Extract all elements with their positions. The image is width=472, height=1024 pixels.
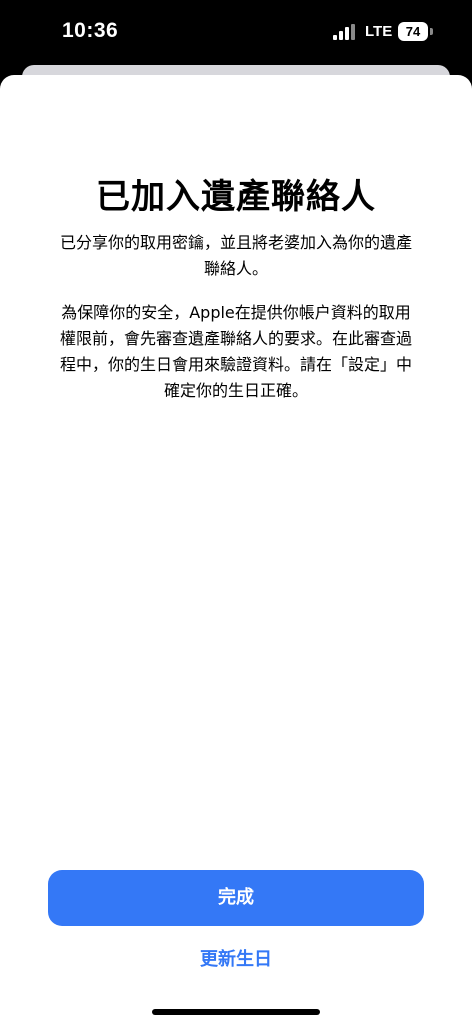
status-bar: 10:36 LTE 74 — [0, 0, 472, 64]
network-type-label: LTE — [365, 23, 393, 40]
done-button[interactable]: 完成 — [48, 870, 424, 926]
battery-cap — [430, 28, 433, 35]
cellular-signal-icon — [333, 24, 355, 40]
status-time: 10:36 — [62, 19, 119, 42]
battery-level: 74 — [405, 24, 421, 39]
confirmation-message: 已分享你的取用密鑰，並且將老婆加入為你的遺產聯絡人。 — [59, 233, 412, 278]
battery-icon: 74 — [398, 22, 433, 41]
home-indicator[interactable] — [152, 1009, 320, 1015]
update-birthday-link[interactable]: 更新生日 — [136, 943, 336, 977]
modal-sheet: 已加入遺產聯絡人 已分享你的取用密鑰，並且將老婆加入為你的遺產聯絡人。 為保障你… — [0, 75, 472, 1024]
page-title: 已加入遺產聯絡人 — [96, 177, 376, 217]
screen: 10:36 LTE 74 已加入遺產聯絡人 已分享你的取用密鑰，並且將老婆加入為… — [0, 0, 472, 1024]
security-message: 為保障你的安全，Apple在提供你帳户資料的取用權限前，會先審查遺產聯絡人的要求… — [59, 303, 412, 400]
